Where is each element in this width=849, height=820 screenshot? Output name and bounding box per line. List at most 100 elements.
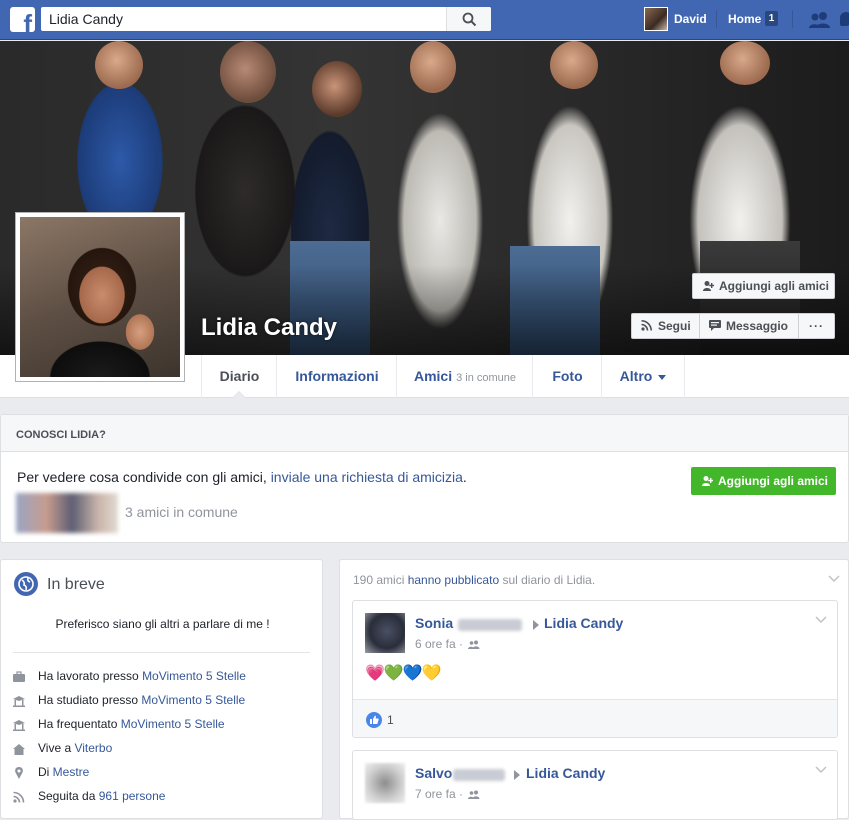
rss-icon	[641, 320, 652, 331]
tab-label: Altro	[619, 368, 653, 384]
post-timestamp[interactable]: 7 ore fa ·	[415, 787, 480, 801]
post-target[interactable]: Lidia Candy	[544, 615, 623, 631]
chevron-down-icon	[658, 374, 667, 380]
location-pin-icon	[15, 767, 23, 779]
search-input[interactable]	[41, 7, 446, 31]
intro-row-text: Di	[38, 765, 53, 779]
post-reactions-bar: 1	[353, 699, 837, 737]
intro-row-link[interactable]: MoVimento 5 Stelle	[141, 693, 245, 707]
add-friend-label: Aggiungi agli amici	[719, 279, 830, 293]
prompt-text: .	[462, 469, 467, 485]
nav-divider	[792, 10, 793, 28]
tab-amici[interactable]: Amici 3 in comune	[396, 355, 533, 398]
rss-icon	[13, 791, 25, 803]
profile-name[interactable]: Lidia Candy	[201, 314, 337, 342]
feed-post: Sonia Lidia Candy 6 ore fa · 💗💚💙💛 1	[352, 600, 838, 738]
arrow-right-icon	[533, 620, 539, 630]
card-title: CONOSCI LIDIA?	[16, 429, 106, 441]
post-time-text: 7 ore fa ·	[415, 787, 464, 801]
intro-title: In breve	[47, 576, 105, 593]
send-request-link[interactable]: inviale una richiesta di amicizia	[271, 469, 463, 485]
tab-altro[interactable]: Altro	[601, 355, 685, 398]
like-count[interactable]: 1	[387, 713, 394, 727]
tab-foto[interactable]: Foto	[532, 355, 602, 398]
profile-picture-image	[20, 217, 180, 377]
post-content-hearts: 💗💚💙💛	[365, 665, 442, 682]
post-time-text: 6 ore fa ·	[415, 637, 464, 651]
feed-header-link[interactable]: hanno pubblicato	[408, 573, 499, 587]
friends-audience-icon	[468, 640, 480, 649]
messages-icon[interactable]	[840, 12, 849, 26]
nav-home-link[interactable]: Home	[728, 12, 761, 26]
tab-label: Foto	[552, 368, 583, 384]
intro-row-link[interactable]: Mestre	[53, 765, 90, 779]
follow-button[interactable]: Segui	[631, 313, 700, 339]
add-friend-label: Aggiungi agli amici	[718, 474, 829, 488]
search-box	[41, 7, 491, 31]
avatar[interactable]	[365, 763, 405, 803]
add-friend-icon	[702, 476, 713, 486]
cover-person	[312, 61, 362, 117]
intro-row-link[interactable]: MoVimento 5 Stelle	[121, 717, 225, 731]
mutual-friends-avatars[interactable]	[16, 493, 118, 533]
chevron-down-icon[interactable]	[815, 766, 827, 774]
friend-requests-icon[interactable]	[808, 11, 832, 29]
cover-person	[720, 41, 770, 85]
intro-row-link[interactable]: Viterbo	[74, 741, 112, 755]
school-icon	[13, 720, 25, 731]
search-button[interactable]	[446, 7, 491, 31]
message-icon	[709, 320, 721, 331]
blurred-surname	[453, 769, 505, 781]
cover-person	[95, 41, 143, 89]
more-options-button[interactable]: ···	[798, 313, 835, 339]
school-icon	[13, 696, 25, 707]
nav-username: David	[674, 12, 707, 26]
more-dots-icon: ···	[809, 319, 824, 333]
chevron-down-icon[interactable]	[828, 575, 840, 583]
add-friend-icon	[703, 281, 714, 291]
chevron-down-icon[interactable]	[815, 616, 827, 624]
home-icon	[13, 744, 25, 755]
post-target[interactable]: Lidia Candy	[526, 765, 605, 781]
add-friend-green-button[interactable]: Aggiungi agli amici	[691, 467, 836, 495]
intro-row-text: Ha studiato presso	[38, 693, 142, 707]
like-icon[interactable]	[366, 712, 382, 728]
friends-audience-icon	[468, 790, 480, 799]
card-header: CONOSCI LIDIA?	[1, 415, 848, 452]
intro-bio: Preferisco siano gli altri a parlare di …	[55, 617, 270, 631]
briefcase-icon	[13, 671, 25, 682]
cover-person	[410, 41, 456, 93]
home-notification-badge: 1	[765, 11, 778, 26]
feed-header-text: 190 amici	[353, 573, 408, 587]
tab-label: Informazioni	[295, 368, 379, 384]
mutual-friends-count: 3 in comune	[456, 372, 517, 384]
post-timestamp[interactable]: 6 ore fa ·	[415, 637, 480, 651]
facebook-logo-icon[interactable]: f	[10, 7, 35, 32]
avatar[interactable]	[365, 613, 405, 653]
arrow-right-icon	[514, 770, 520, 780]
intro-row-text: Ha lavorato presso	[38, 669, 143, 683]
feed-header: 190 amici hanno pubblicato sul diario di…	[353, 573, 595, 587]
blurred-surname	[458, 619, 522, 631]
globe-icon	[14, 572, 38, 596]
know-lidia-card: CONOSCI LIDIA? Per vedere cosa condivide…	[0, 414, 849, 543]
nav-divider	[716, 10, 717, 28]
add-friend-button[interactable]: Aggiungi agli amici	[692, 273, 835, 299]
intro-row-link[interactable]: 961 persone	[99, 789, 166, 803]
intro-row-text: Vive a	[38, 741, 75, 755]
cover-person	[550, 41, 598, 89]
intro-row-link[interactable]: MoVimento 5 Stelle	[142, 669, 246, 683]
tab-label: Amici	[413, 368, 453, 384]
mutual-friends-text[interactable]: 3 amici in comune	[125, 504, 238, 520]
intro-row-text: Seguita da	[38, 789, 99, 803]
intro-card: In breve Preferisco siano gli altri a pa…	[0, 559, 323, 819]
feed-header-text: sul diario di Lidia.	[499, 573, 596, 587]
tab-informazioni[interactable]: Informazioni	[276, 355, 397, 398]
post-author[interactable]: Sonia	[415, 615, 453, 631]
profile-picture[interactable]	[15, 212, 185, 382]
message-button[interactable]: Messaggio	[699, 313, 799, 339]
search-icon	[462, 12, 477, 27]
message-label: Messaggio	[726, 319, 789, 333]
post-author[interactable]: Salvo	[415, 765, 452, 781]
divider	[13, 652, 310, 653]
